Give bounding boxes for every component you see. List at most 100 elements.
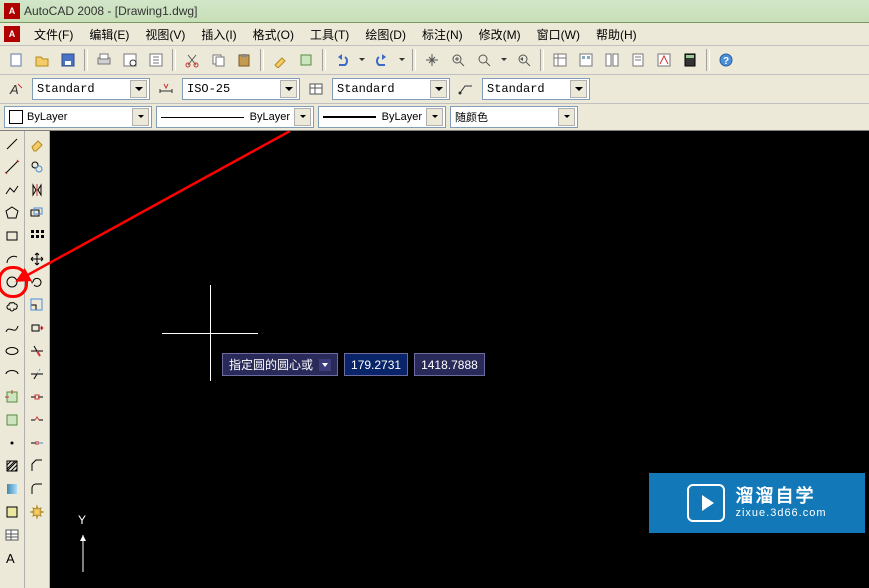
polygon-icon[interactable] xyxy=(1,202,23,224)
menu-view[interactable]: 视图(V) xyxy=(137,24,193,45)
pan-icon[interactable] xyxy=(420,48,444,72)
menu-dim[interactable]: 标注(N) xyxy=(414,24,471,45)
rectangle-icon[interactable] xyxy=(1,225,23,247)
watermark-url: zixue.3d66.com xyxy=(735,507,826,520)
mtext-icon[interactable]: A xyxy=(1,547,23,569)
copy-icon[interactable] xyxy=(206,48,230,72)
menu-file[interactable]: 文件(F) xyxy=(26,24,81,45)
zoom-previous-icon[interactable] xyxy=(512,48,536,72)
menu-tools[interactable]: 工具(T) xyxy=(302,24,357,45)
explode-icon[interactable] xyxy=(26,501,48,523)
lineweight-combo[interactable]: ByLayer xyxy=(318,106,446,128)
play-icon xyxy=(687,484,725,522)
polyline-icon[interactable] xyxy=(1,179,23,201)
dynamic-y-input[interactable]: 1418.7888 xyxy=(414,353,485,376)
standard-toolbar: ? xyxy=(0,46,869,75)
plot-preview-icon[interactable] xyxy=(118,48,142,72)
join-icon[interactable] xyxy=(26,432,48,454)
table-style-combo[interactable]: Standard xyxy=(332,78,450,100)
zoom-realtime-icon[interactable] xyxy=(446,48,470,72)
dynamic-x-input[interactable]: 179.2731 xyxy=(344,353,408,376)
doc-icon: A xyxy=(4,26,20,42)
dim-style-combo[interactable]: ISO-25 xyxy=(182,78,300,100)
new-icon[interactable] xyxy=(4,48,28,72)
menu-help[interactable]: 帮助(H) xyxy=(588,24,645,45)
dim-style-icon[interactable] xyxy=(154,77,178,101)
undo-dropdown-icon[interactable] xyxy=(356,48,368,72)
insert-block-icon[interactable] xyxy=(1,386,23,408)
scale-icon[interactable] xyxy=(26,294,48,316)
crosshair-vertical xyxy=(210,285,211,381)
xline-icon[interactable] xyxy=(1,156,23,178)
linetype-combo[interactable]: ByLayer xyxy=(156,106,314,128)
table-icon[interactable] xyxy=(1,524,23,546)
mirror-icon[interactable] xyxy=(26,179,48,201)
chevron-down-icon[interactable] xyxy=(319,359,331,371)
match-prop-icon[interactable] xyxy=(268,48,292,72)
menu-window[interactable]: 窗口(W) xyxy=(529,24,588,45)
point-icon[interactable] xyxy=(1,432,23,454)
quickcalc-icon[interactable] xyxy=(678,48,702,72)
text-style-combo[interactable]: Standard xyxy=(32,78,150,100)
help-icon[interactable]: ? xyxy=(714,48,738,72)
plot-icon[interactable] xyxy=(92,48,116,72)
chamfer-icon[interactable] xyxy=(26,455,48,477)
ellipse-arc-icon[interactable] xyxy=(1,363,23,385)
mleader-style-combo[interactable]: Standard xyxy=(482,78,590,100)
circle-icon[interactable] xyxy=(1,271,23,293)
stretch-icon[interactable] xyxy=(26,317,48,339)
redo-dropdown-icon[interactable] xyxy=(396,48,408,72)
trim-icon[interactable] xyxy=(26,340,48,362)
break-icon[interactable] xyxy=(26,409,48,431)
hatch-icon[interactable] xyxy=(1,455,23,477)
extend-icon[interactable] xyxy=(26,363,48,385)
ucs-icon: Y xyxy=(68,517,108,577)
menu-draw[interactable]: 绘图(D) xyxy=(357,24,414,45)
break-at-point-icon[interactable] xyxy=(26,386,48,408)
text-style-icon[interactable]: A xyxy=(4,77,28,101)
watermark: 溜溜自学 zixue.3d66.com xyxy=(649,473,865,533)
move-icon[interactable] xyxy=(26,248,48,270)
menu-insert[interactable]: 插入(I) xyxy=(193,24,244,45)
revision-cloud-icon[interactable] xyxy=(1,294,23,316)
redo-icon[interactable] xyxy=(370,48,394,72)
cut-icon[interactable] xyxy=(180,48,204,72)
plot-style-combo[interactable]: 随颜色 xyxy=(450,106,578,128)
zoom-window-icon[interactable] xyxy=(472,48,496,72)
publish-icon[interactable] xyxy=(144,48,168,72)
gradient-icon[interactable] xyxy=(1,478,23,500)
fillet-icon[interactable] xyxy=(26,478,48,500)
line-icon[interactable] xyxy=(1,133,23,155)
tool-palettes-icon[interactable] xyxy=(600,48,624,72)
erase-icon[interactable] xyxy=(26,133,48,155)
block-editor-icon[interactable] xyxy=(294,48,318,72)
open-icon[interactable] xyxy=(30,48,54,72)
arc-icon[interactable] xyxy=(1,248,23,270)
make-block-icon[interactable] xyxy=(1,409,23,431)
menu-edit[interactable]: 编辑(E) xyxy=(81,24,137,45)
drawing-canvas[interactable]: 指定圆的圆心或 179.2731 1418.7888 Y 溜溜自学 zixue.… xyxy=(50,131,869,588)
properties-icon[interactable] xyxy=(548,48,572,72)
ellipse-icon[interactable] xyxy=(1,340,23,362)
region-icon[interactable] xyxy=(1,501,23,523)
paste-icon[interactable] xyxy=(232,48,256,72)
zoom-dropdown-icon[interactable] xyxy=(498,48,510,72)
mleader-style-icon[interactable] xyxy=(454,77,478,101)
table-style-icon[interactable] xyxy=(304,77,328,101)
menu-format[interactable]: 格式(O) xyxy=(245,24,302,45)
layer-color-combo[interactable]: ByLayer xyxy=(4,106,152,128)
sheet-set-icon[interactable] xyxy=(626,48,650,72)
save-icon[interactable] xyxy=(56,48,80,72)
spline-icon[interactable] xyxy=(1,317,23,339)
rotate-icon[interactable] xyxy=(26,271,48,293)
offset-icon[interactable] xyxy=(26,202,48,224)
design-center-icon[interactable] xyxy=(574,48,598,72)
copy-obj-icon[interactable] xyxy=(26,156,48,178)
array-icon[interactable] xyxy=(26,225,48,247)
properties-toolbar: ByLayer ByLayer ByLayer 随颜色 xyxy=(0,104,869,131)
undo-icon[interactable] xyxy=(330,48,354,72)
dynamic-prompt: 指定圆的圆心或 xyxy=(222,353,338,376)
markup-set-icon[interactable] xyxy=(652,48,676,72)
app-icon: A xyxy=(4,3,20,19)
menu-modify[interactable]: 修改(M) xyxy=(471,24,529,45)
